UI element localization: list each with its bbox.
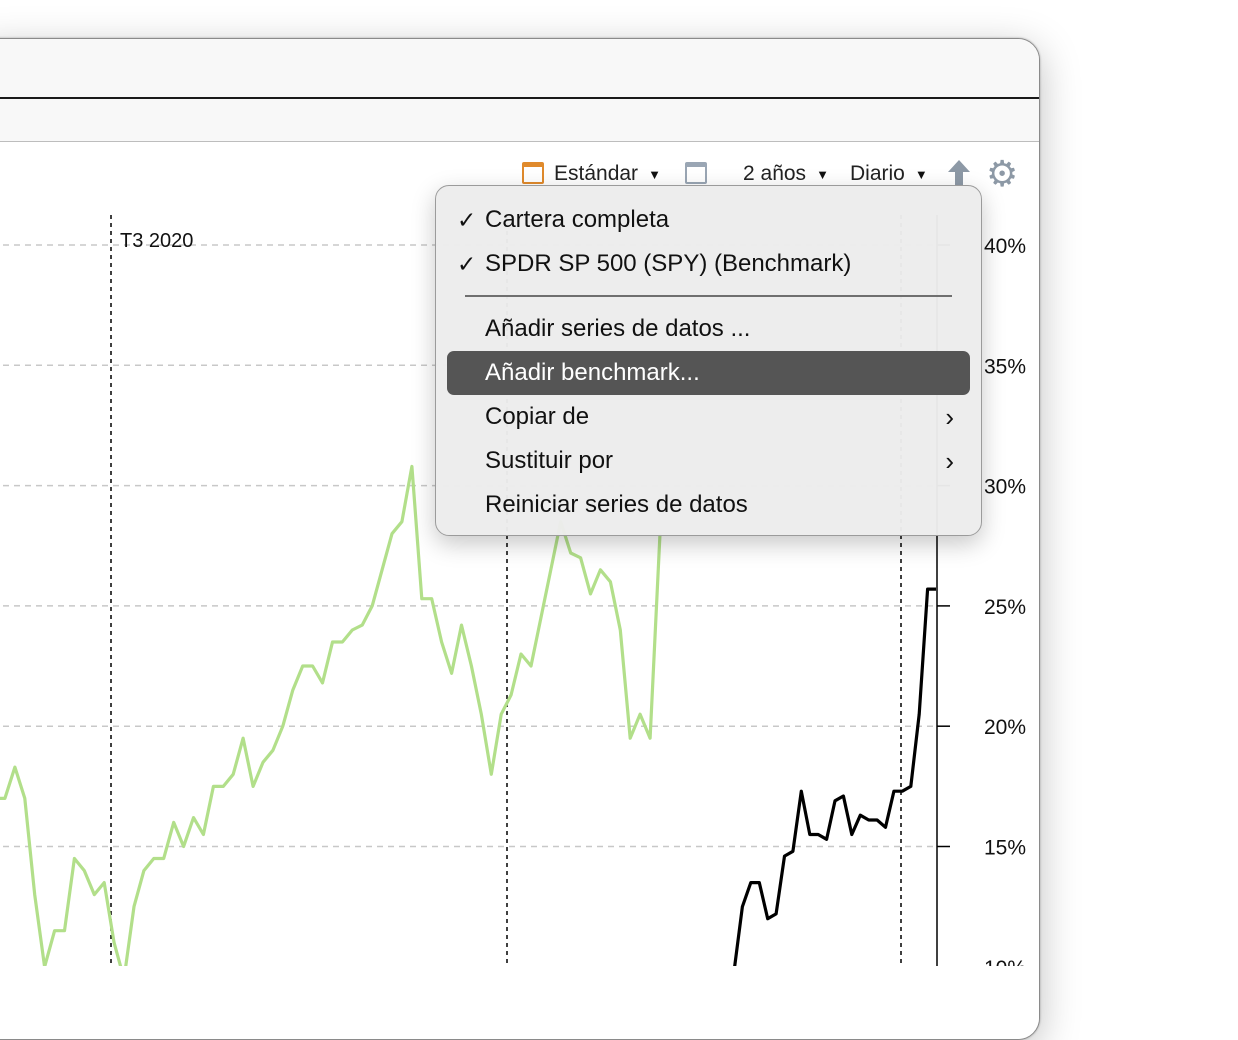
menu-item-label: Reiniciar series de datos: [485, 491, 748, 518]
series-context-menu: ✓ Cartera completa ✓ SPDR SP 500 (SPY) (…: [435, 185, 982, 536]
menu-item-label: SPDR SP 500 (SPY) (Benchmark): [485, 250, 852, 277]
y-tick-label: 25%: [984, 596, 1026, 619]
y-tick-label: 20%: [984, 716, 1026, 739]
gear-icon[interactable]: ⚙: [986, 156, 1018, 192]
chevron-down-icon: ▼: [648, 166, 661, 182]
chart-toolbar: Estándar ▼ 2 años ▼ Diario ▼ ⚙: [0, 118, 1238, 192]
checkmark-icon: ✓: [457, 206, 477, 233]
chevron-down-icon: ▼: [914, 166, 928, 182]
period-label: 2 años: [743, 162, 807, 185]
chevron-down-icon: ▼: [816, 166, 829, 182]
menu-item-spy-benchmark[interactable]: ✓ SPDR SP 500 (SPY) (Benchmark): [447, 242, 970, 286]
calendar-icon[interactable]: [522, 162, 544, 184]
y-tick-label: 10%: [984, 957, 1026, 966]
menu-item-add-benchmark[interactable]: Añadir benchmark...: [447, 351, 970, 395]
portfolio-series-line: [0, 464, 662, 966]
menu-item-label: Copiar de: [485, 403, 590, 430]
y-tick-label: 35%: [984, 355, 1026, 378]
chevron-right-icon: ›: [945, 401, 954, 432]
menu-item-label: Añadir series de datos ...: [485, 315, 751, 342]
menu-item-replace-with[interactable]: Sustituir por ›: [447, 439, 970, 483]
y-tick-label: 15%: [984, 837, 1026, 860]
menu-item-add-data-series[interactable]: Añadir series de datos ...: [447, 307, 970, 351]
benchmark-series-line: [733, 587, 936, 966]
menu-item-label: Sustituir por: [485, 447, 614, 474]
y-tick-label: 40%: [984, 235, 1026, 258]
view-label: Estándar: [554, 162, 639, 185]
menu-item-cartera-completa[interactable]: ✓ Cartera completa: [447, 198, 970, 242]
menu-item-copy-from[interactable]: Copiar de ›: [447, 395, 970, 439]
checkmark-icon: ✓: [457, 250, 477, 277]
chevron-right-icon: ›: [945, 445, 954, 476]
menu-item-label: Cartera completa: [485, 206, 670, 233]
export-icon[interactable]: [946, 158, 972, 188]
menu-item-label: Añadir benchmark...: [485, 359, 700, 386]
add-view-icon[interactable]: [685, 162, 707, 184]
menu-item-reset-data-series[interactable]: Reiniciar series de datos: [447, 483, 970, 527]
y-tick-label: 30%: [984, 476, 1026, 499]
quarter-marker-label: T3 2020: [120, 230, 193, 252]
interval-label: Diario: [850, 162, 905, 185]
menu-separator: [465, 295, 952, 297]
